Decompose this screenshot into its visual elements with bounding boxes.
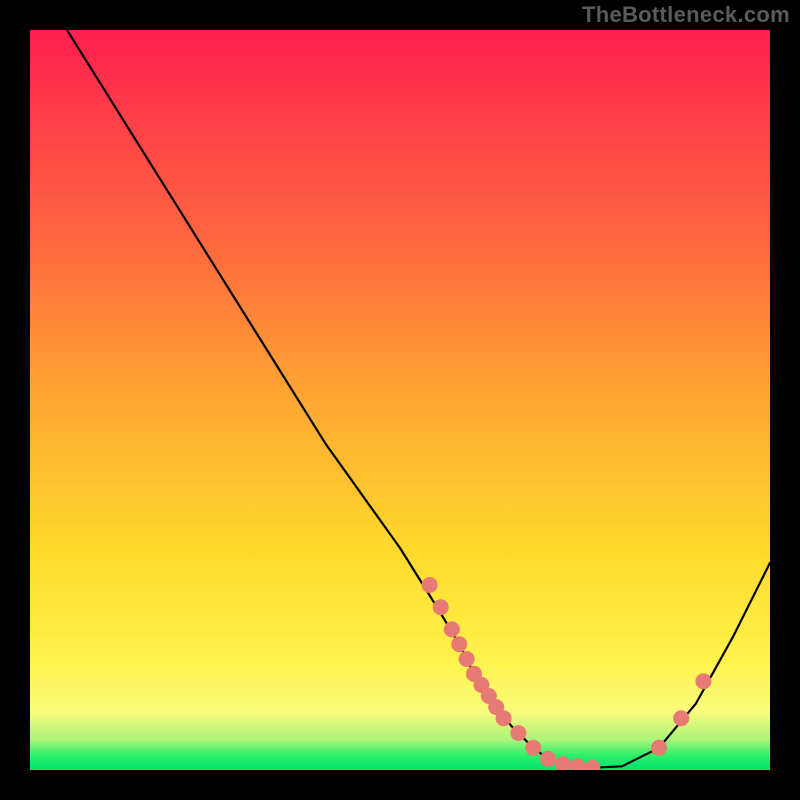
bottleneck-curve [67, 30, 770, 768]
chart-container: TheBottleneck.com [0, 0, 800, 800]
data-point [525, 740, 541, 756]
data-point [444, 621, 460, 637]
plot-area [30, 30, 770, 770]
data-point [695, 673, 711, 689]
data-point [496, 710, 512, 726]
data-point [584, 760, 600, 770]
watermark-text: TheBottleneck.com [582, 2, 790, 28]
data-point [570, 758, 586, 770]
curve-svg [30, 30, 770, 770]
data-point [433, 599, 449, 615]
data-point [651, 740, 667, 756]
data-point [673, 710, 689, 726]
data-point [422, 577, 438, 593]
data-point [555, 756, 571, 770]
data-points-group [422, 577, 712, 770]
data-point [510, 725, 526, 741]
data-point [540, 751, 556, 767]
data-point [459, 651, 475, 667]
data-point [451, 636, 467, 652]
